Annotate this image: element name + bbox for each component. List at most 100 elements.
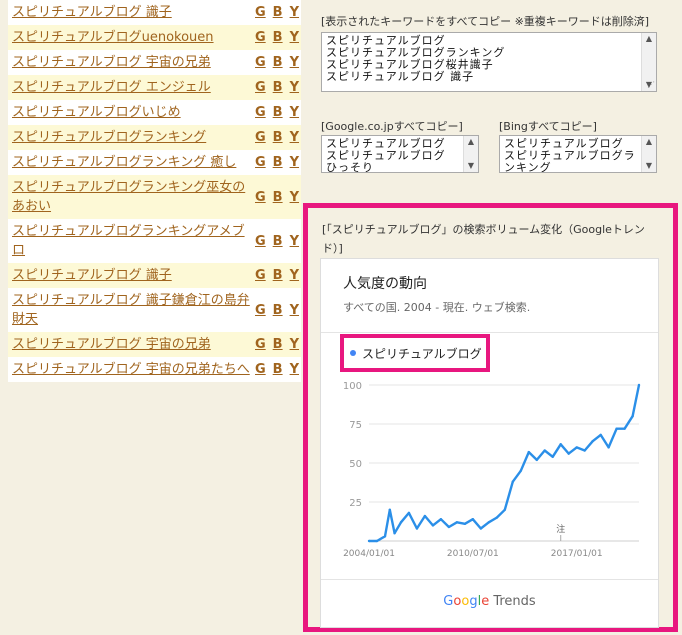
yahoo-link[interactable]: Y [290,105,299,120]
search-engine-links: GBY [255,80,301,95]
keyword-link[interactable]: スピリチュアルブログ 識子鎌倉江の島弁財天 [12,291,255,329]
data-point [575,446,578,449]
keyword-link[interactable]: スピリチュアルブログランキング 癒し [12,153,255,172]
google-link[interactable]: G [255,362,266,377]
keyword-link[interactable]: スピリチュアルブログ 宇宙の兄弟 [12,335,255,354]
bing-link[interactable]: B [273,303,283,318]
keyword-link[interactable]: スピリチュアルブログ 宇宙の兄弟たちへ [12,360,255,379]
keyword-link[interactable]: スピリチュアルブログランキングアメブロ [12,222,255,260]
trends-line-chart: 100 75 50 25 2004/01/01 2010/07/01 2017/01/01 注 [343,381,641,559]
data-point [423,514,427,518]
google-link[interactable]: G [255,155,266,170]
trends-card: 人気度の動向 すべての国. 2004 - 現在. ウェブ検索. スピリチュアルブ… [320,258,659,628]
keyword-link[interactable]: スピリチュアルブログランキング [12,128,255,147]
data-point [463,522,467,526]
bing-link[interactable]: B [273,155,283,170]
resize-grip-icon[interactable]: ⋰ [647,79,655,91]
bing-link[interactable]: B [273,105,283,120]
yahoo-link[interactable]: Y [290,155,299,170]
yahoo-link[interactable]: Y [290,303,299,318]
data-point [543,449,546,452]
keyword-link[interactable]: スピリチュアルブログ 識子 [12,3,255,22]
google-link[interactable]: G [255,268,266,283]
keyword-link[interactable]: スピリチュアルブログ 宇宙の兄弟 [12,53,255,72]
google-link[interactable]: G [255,105,266,120]
keyword-row: スピリチュアルブログランキング G B Y [8,125,301,150]
keyword-link[interactable]: スピリチュアルブログランキング巫女のあおい [12,178,255,216]
legend-label: スピリチュアルブログ [362,346,482,361]
keyword-row: スピリチュアルブログランキングアメブロ G B Y [8,219,301,263]
data-point [487,521,491,524]
bing-link[interactable]: B [273,190,283,205]
search-engine-links: GBY [255,190,301,205]
bing-link[interactable]: B [273,268,283,283]
note-marker[interactable]: 注 [556,523,565,535]
data-point [439,517,443,521]
yahoo-link[interactable]: Y [290,5,299,20]
copy-bing-scrollbar[interactable]: ▲ ▼ [641,136,656,172]
y-tick-label: 75 [349,420,362,431]
yahoo-link[interactable]: Y [290,268,299,283]
data-point [375,539,379,543]
keyword-link[interactable]: スピリチュアルブログ 識子 [12,266,255,285]
yahoo-link[interactable]: Y [290,30,299,45]
copy-google-scrollbar[interactable]: ▲ ▼ [463,136,478,172]
yahoo-link[interactable]: Y [290,337,299,352]
keyword-link[interactable]: スピリチュアルブログいじめ [12,103,255,122]
bing-link[interactable]: B [273,362,283,377]
search-engine-links: GBY [255,55,301,70]
keyword-row: スピリチュアルブログuenokouen G B Y [8,25,301,50]
keyword-row: スピリチュアルブログいじめ G B Y [8,100,301,125]
data-point [551,455,554,458]
yahoo-link[interactable]: Y [290,362,299,377]
divider [321,332,658,333]
yahoo-link[interactable]: Y [290,234,299,249]
data-point [535,458,538,462]
google-link[interactable]: G [255,80,266,95]
keyword-row: スピリチュアルブログ 識子鎌倉江の島弁財天 G B Y [8,288,301,332]
data-point [367,539,371,543]
yahoo-link[interactable]: Y [290,80,299,95]
bing-link[interactable]: B [273,80,283,95]
yahoo-link[interactable]: Y [290,130,299,145]
copy-all-textarea[interactable]: スピリチュアルブログ スピリチュアルブログランキング スピリチュアルブログ桜井識子ス… [321,32,657,92]
x-tick-label: 2017/01/01 [551,549,603,559]
keyword-row: スピリチュアルブログ 識子 G B Y [8,0,301,25]
google-link[interactable]: G [255,55,266,70]
keyword-row: スピリチュアルブログ 識子 G B Y [8,263,301,288]
data-point [393,532,396,535]
data-point [583,449,586,452]
copy-line: ひっそり [326,161,374,173]
data-point [503,508,506,511]
bing-link[interactable]: B [273,130,283,145]
copy-google-textarea[interactable]: スピリチュアルブログ スピリチュアルブログ ひっそり ▲ ▼ [321,135,479,173]
bing-link[interactable]: B [273,55,283,70]
data-point [399,521,403,524]
data-point [623,427,626,430]
google-trends-logo[interactable]: Google Trends [321,594,658,609]
yahoo-link[interactable]: Y [290,55,299,70]
search-engine-links: GBY [255,105,301,120]
search-engine-links: GBY [255,337,301,352]
google-link[interactable]: G [255,130,266,145]
bing-link[interactable]: B [273,30,283,45]
bing-link[interactable]: B [273,337,283,352]
yahoo-link[interactable]: Y [290,190,299,205]
google-link[interactable]: G [255,303,266,318]
bing-link[interactable]: B [273,234,283,249]
copy-google-label[interactable]: [Google.co.jpすべてコピー] [321,118,463,134]
keyword-link[interactable]: スピリチュアルブログ エンジェル [12,78,255,97]
google-link[interactable]: G [255,30,266,45]
google-link[interactable]: G [255,337,266,352]
keyword-link[interactable]: スピリチュアルブログuenokouen [12,28,255,47]
google-link[interactable]: G [255,190,266,205]
y-tick-label: 100 [343,381,362,392]
data-point [511,480,514,483]
google-link[interactable]: G [255,5,266,20]
data-point [388,508,391,511]
copy-bing-label[interactable]: [Bingすべてコピー] [499,118,597,134]
copy-all-label[interactable]: [表示されたキーワードをすべてコピー ※重複キーワードは削除済] [321,13,649,29]
copy-bing-textarea[interactable]: スピリチュアルブログ スピリチュアルブログラ ンキング ▲ ▼ [499,135,657,173]
bing-link[interactable]: B [273,5,283,20]
google-link[interactable]: G [255,234,266,249]
